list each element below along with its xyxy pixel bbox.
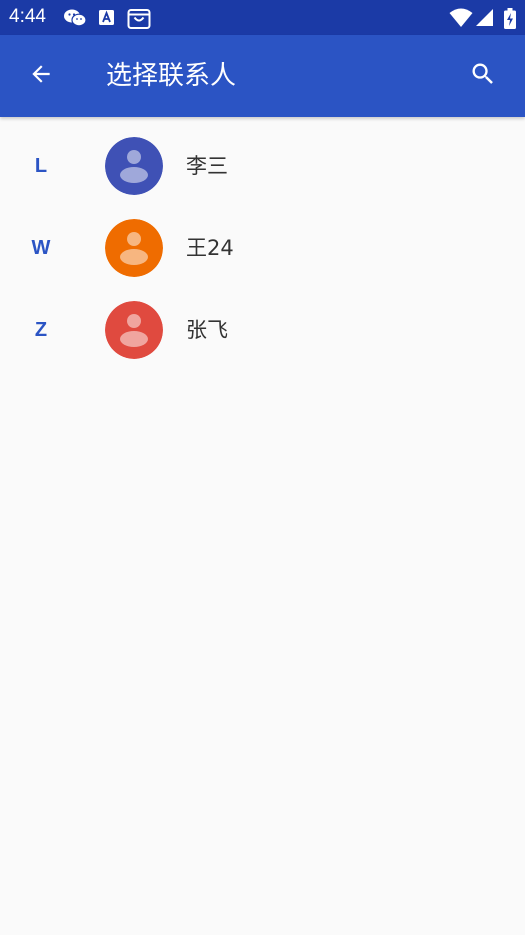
section-letter: Z <box>34 319 48 341</box>
wechat-icon <box>63 8 87 28</box>
arrow-back-icon <box>28 61 54 91</box>
section-letter: W <box>31 237 51 259</box>
avatar <box>105 301 163 359</box>
avatar <box>105 137 163 195</box>
cellular-signal-icon <box>475 8 497 28</box>
avatar <box>105 219 163 277</box>
app-bar: 选择联系人 <box>0 35 525 117</box>
wifi-icon <box>449 8 473 28</box>
person-icon <box>105 137 163 195</box>
status-bar: 4:44 <box>0 0 525 35</box>
page-title: 选择联系人 <box>106 61 237 91</box>
contact-row-wang-24[interactable]: W 王24 <box>0 207 525 289</box>
person-icon <box>105 219 163 277</box>
search-button[interactable] <box>460 53 506 99</box>
contact-name: 李三 <box>186 154 228 178</box>
store-bag-icon <box>127 8 151 29</box>
contact-row-li-san[interactable]: L 李三 <box>0 125 525 207</box>
contact-row-zhang-fei[interactable]: Z 张飞 <box>0 289 525 371</box>
font-a-icon <box>98 8 120 28</box>
status-time: 4:44 <box>9 6 46 27</box>
search-icon <box>469 60 497 92</box>
contact-list: L 李三 W 王24 Z 张飞 <box>0 125 525 371</box>
section-letter: L <box>34 155 48 177</box>
contact-name: 张飞 <box>186 318 228 342</box>
person-icon <box>105 301 163 359</box>
battery-charging-icon <box>503 8 517 29</box>
contact-name: 王24 <box>186 236 234 260</box>
back-button[interactable] <box>18 53 64 99</box>
